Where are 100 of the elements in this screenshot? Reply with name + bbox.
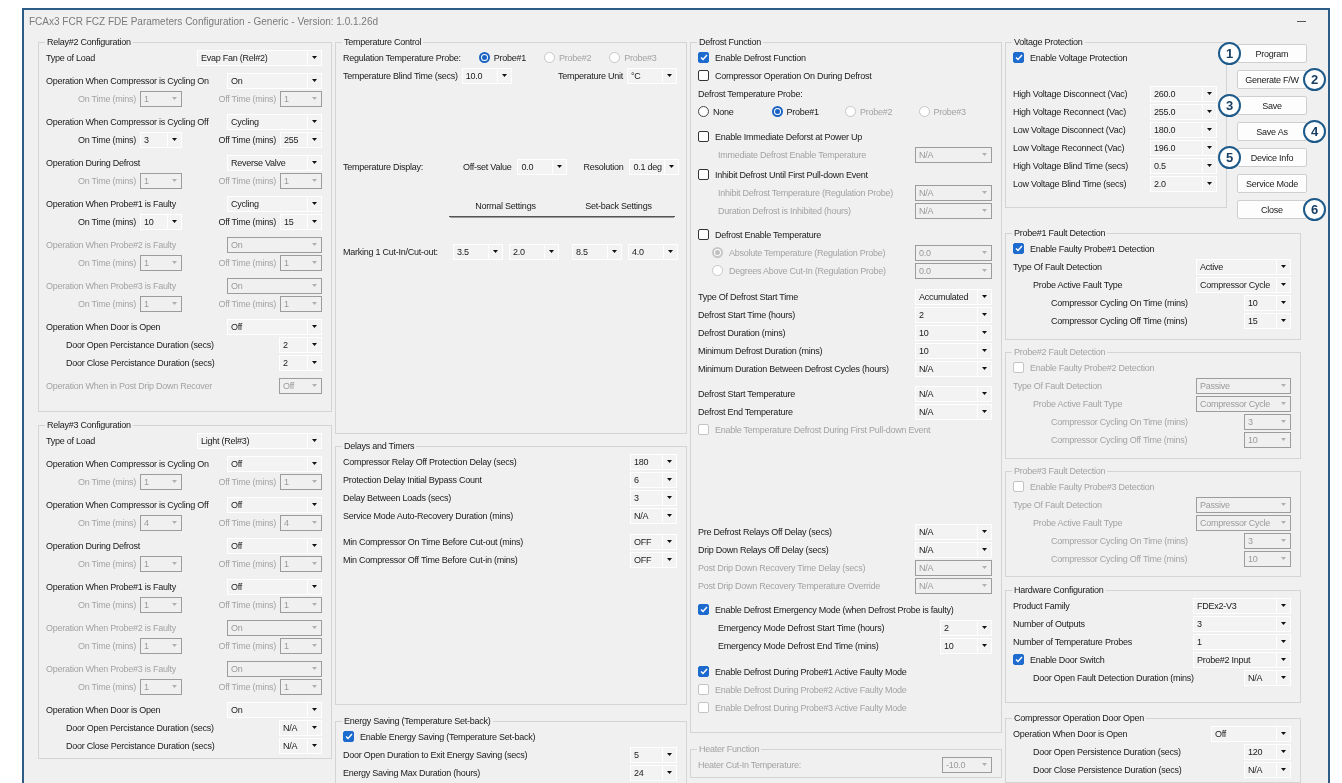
dropdown[interactable]: OFF (630, 551, 677, 568)
dropdown[interactable]: Off (227, 578, 322, 595)
dropdown[interactable]: N/A (630, 507, 677, 524)
dropdown[interactable]: 15 (1244, 312, 1291, 329)
checkbox[interactable] (698, 131, 709, 142)
checkbox[interactable] (1013, 52, 1024, 63)
dropdown[interactable]: Off (227, 455, 322, 472)
dropdown[interactable]: 2.0 (509, 243, 559, 260)
checkbox[interactable] (698, 229, 709, 240)
dropdown[interactable]: Accumulated (915, 288, 992, 305)
caret-icon (312, 726, 317, 729)
dropdown[interactable]: 10.0 (461, 67, 512, 84)
dropdown[interactable]: Active (1196, 258, 1291, 275)
dropdown[interactable]: N/A (915, 403, 992, 420)
field-label: Temperature Display: (343, 161, 425, 172)
dropdown[interactable]: 2 (915, 306, 992, 323)
dropdown[interactable]: Off (227, 537, 322, 554)
group-title: Delays and Timers (343, 441, 416, 451)
dropdown[interactable]: 196.0 (1150, 139, 1217, 156)
field-label: Compressor Cycling Off Time (mins) (1051, 553, 1188, 564)
dropdown[interactable]: 0.0 (517, 158, 568, 175)
dropdown[interactable]: 4.0 (628, 243, 678, 260)
dropdown[interactable]: 2 (279, 354, 322, 371)
dropdown[interactable]: On (227, 72, 322, 89)
dropdown[interactable]: 10 (140, 213, 182, 230)
checkbox[interactable] (698, 70, 709, 81)
checkbox-label: Compressor Operation On During Defrost (715, 70, 872, 81)
dropdown[interactable]: 10 (915, 324, 992, 341)
minimize-icon[interactable] (1297, 20, 1306, 22)
dropdown[interactable]: 180.0 (1150, 121, 1217, 138)
checkbox[interactable] (698, 169, 709, 180)
group-title: Hardware Configuration (1013, 585, 1105, 595)
dropdown[interactable]: 120 (1244, 743, 1291, 760)
dropdown[interactable]: 6 (630, 471, 677, 488)
dropdown[interactable]: 3 (630, 489, 677, 506)
dropdown[interactable]: OFF (630, 533, 677, 550)
dropdown[interactable]: 3.5 (453, 243, 503, 260)
field-label: Door Close Persistence Duration (secs) (1033, 764, 1182, 775)
dropdown[interactable]: 2 (279, 336, 322, 353)
dropdown[interactable]: Cycling (227, 113, 322, 130)
dropdown[interactable]: 255 (280, 131, 322, 148)
dropdown[interactable]: 15 (280, 213, 322, 230)
dropdown[interactable]: 0.1 deg (629, 158, 680, 175)
dropdown[interactable]: N/A (915, 385, 992, 402)
radio-button[interactable] (698, 106, 709, 117)
dropdown[interactable]: 8.5 (572, 243, 622, 260)
dropdown[interactable]: 3 (140, 131, 182, 148)
dropdown[interactable]: 2 (940, 619, 992, 636)
dropdown[interactable]: 255.0 (1150, 103, 1217, 120)
button[interactable]: Service Mode (1237, 174, 1307, 193)
dropdown[interactable]: 260.0 (1150, 85, 1217, 102)
dropdown[interactable]: Compressor Cycle (1196, 276, 1291, 293)
dropdown[interactable]: Off (227, 318, 322, 335)
dropdown[interactable]: N/A (915, 523, 992, 540)
dropdown[interactable]: Probe#2 Input (1193, 651, 1291, 668)
button[interactable]: Generate F/W (1237, 70, 1307, 89)
dropdown[interactable]: 3 (1193, 615, 1291, 632)
dropdown[interactable]: 0.5 (1150, 157, 1217, 174)
field-label: Off Time (mins) (218, 476, 276, 487)
dropdown[interactable]: Light (Rel#3) (197, 432, 322, 449)
button[interactable]: Save As (1237, 122, 1307, 141)
dropdown[interactable]: On (227, 701, 322, 718)
dropdown[interactable]: 10 (915, 342, 992, 359)
radio-button[interactable] (478, 52, 490, 63)
dropdown[interactable]: °C (627, 67, 677, 84)
dropdown[interactable]: Off (1211, 725, 1291, 742)
caret-icon (172, 179, 177, 182)
button[interactable]: Close (1237, 200, 1307, 219)
dropdown[interactable]: 24 (630, 764, 677, 781)
dropdown[interactable]: Evap Fan (Rel#2) (197, 49, 322, 66)
caret-icon (312, 744, 317, 747)
dropdown[interactable]: 10 (940, 637, 992, 654)
dropdown[interactable]: 5 (630, 746, 677, 763)
checkbox-label: Enable Defrost During Probe#2 Active Faulty Mode (715, 684, 907, 695)
group-title: Compressor Operation Door Open (1013, 713, 1146, 723)
button[interactable]: Program (1237, 44, 1307, 63)
dropdown[interactable]: N/A (1244, 761, 1291, 778)
checkbox[interactable] (1013, 243, 1024, 254)
checkbox[interactable] (343, 731, 354, 742)
dropdown[interactable]: 10 (1244, 294, 1291, 311)
checkbox[interactable] (698, 666, 709, 677)
checkbox[interactable] (1013, 654, 1024, 665)
button[interactable]: Device Info (1237, 148, 1307, 167)
dropdown[interactable]: 1 (1193, 633, 1291, 650)
checkbox[interactable] (698, 52, 709, 63)
dropdown[interactable]: Reverse Valve (227, 154, 322, 171)
dropdown[interactable]: N/A (279, 737, 322, 754)
button[interactable]: Save (1237, 96, 1307, 115)
caret-icon (982, 295, 987, 298)
dropdown[interactable]: 180 (630, 453, 677, 470)
dropdown[interactable]: N/A (915, 541, 992, 558)
dropdown[interactable]: FDEx2-V3 (1193, 597, 1291, 614)
dropdown[interactable]: N/A (1244, 669, 1291, 686)
dropdown[interactable]: Cycling (227, 195, 322, 212)
dropdown[interactable]: Off (227, 496, 322, 513)
dropdown[interactable]: 2.0 (1150, 175, 1217, 192)
radio-button[interactable] (771, 106, 783, 117)
dropdown[interactable]: N/A (915, 360, 992, 377)
dropdown[interactable]: N/A (279, 719, 322, 736)
checkbox[interactable] (698, 604, 709, 615)
